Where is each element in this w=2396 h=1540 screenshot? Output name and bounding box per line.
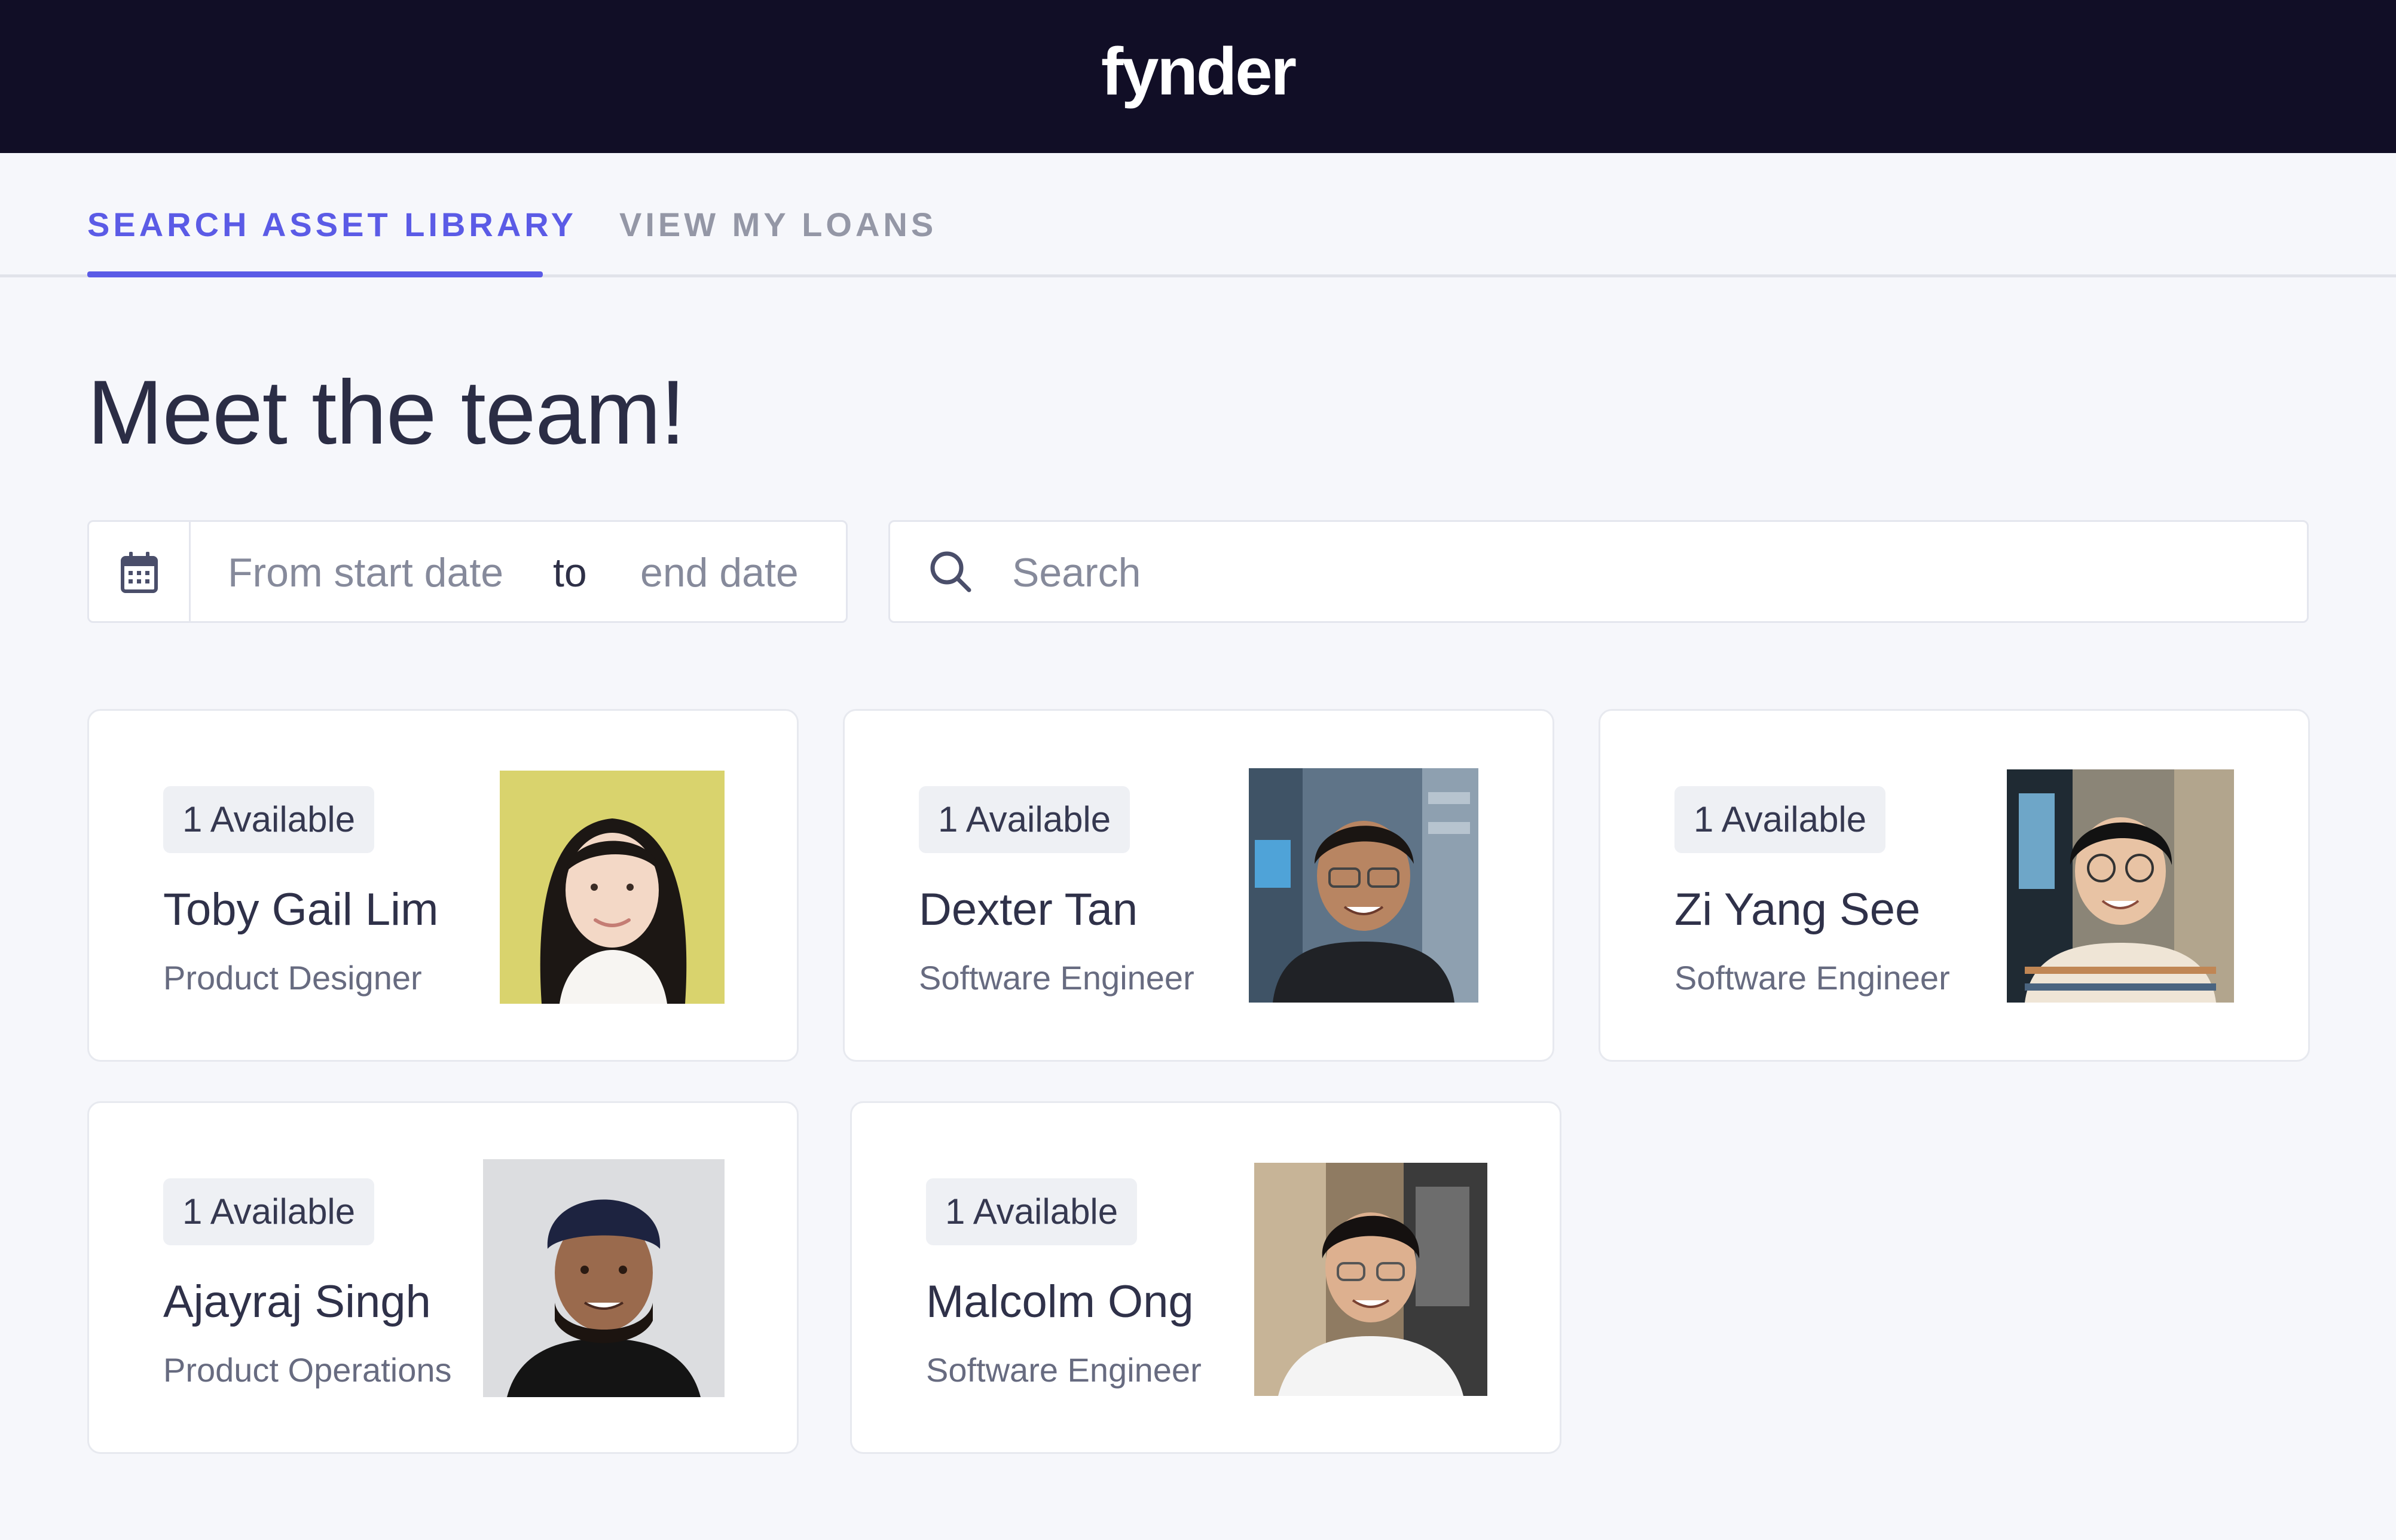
date-range-separator: to: [553, 550, 587, 595]
search-bar[interactable]: [888, 520, 2309, 623]
top-header: fynder: [0, 0, 2396, 153]
availability-badge: 1 Available: [1674, 786, 1886, 853]
date-range-picker[interactable]: From start date to end date: [87, 520, 848, 623]
end-date-input[interactable]: end date: [640, 549, 799, 597]
availability-badge: 1 Available: [919, 786, 1130, 853]
search-input[interactable]: [1012, 546, 2267, 600]
tab-bar: SEARCH ASSET LIBRARY VIEW MY LOANS: [0, 153, 2396, 277]
member-name: Zi Yang See: [1674, 884, 1921, 935]
team-card[interactable]: 1 Available Malcolm Ong Software Enginee…: [850, 1101, 1561, 1454]
tab-view-my-loans[interactable]: VIEW MY LOANS: [619, 201, 937, 249]
team-card[interactable]: 1 Available Dexter Tan Software Engineer: [843, 709, 1554, 1062]
member-photo: [483, 1159, 725, 1397]
member-name: Malcolm Ong: [926, 1276, 1194, 1327]
calendar-icon: [121, 552, 158, 593]
tab-search-asset-library[interactable]: SEARCH ASSET LIBRARY: [87, 201, 577, 249]
search-icon: [930, 551, 971, 592]
member-role: Product Designer: [163, 959, 422, 997]
member-name: Ajayraj Singh: [163, 1276, 431, 1327]
member-role: Software Engineer: [926, 1351, 1202, 1389]
member-role: Product Operations: [163, 1351, 452, 1389]
availability-badge: 1 Available: [163, 786, 375, 853]
page-title: Meet the team!: [87, 362, 686, 463]
member-role: Software Engineer: [919, 959, 1194, 997]
availability-badge: 1 Available: [926, 1178, 1138, 1245]
team-card[interactable]: 1 Available Zi Yang See Software Enginee…: [1599, 709, 2310, 1062]
start-date-input[interactable]: From start date: [228, 549, 503, 597]
calendar-button[interactable]: [89, 522, 191, 621]
active-tab-indicator: [87, 271, 543, 277]
app-logo[interactable]: fynder: [0, 33, 2396, 111]
member-role: Software Engineer: [1674, 959, 1950, 997]
member-photo: [2007, 769, 2234, 1003]
member-photo: [1254, 1163, 1487, 1396]
availability-badge: 1 Available: [163, 1178, 375, 1245]
member-photo: [1249, 768, 1478, 1003]
team-card[interactable]: 1 Available Toby Gail Lim Product Design…: [87, 709, 799, 1062]
team-card[interactable]: 1 Available Ajayraj Singh Product Operat…: [87, 1101, 799, 1454]
member-name: Toby Gail Lim: [163, 884, 439, 935]
member-name: Dexter Tan: [919, 884, 1138, 935]
member-photo: [500, 771, 725, 1004]
